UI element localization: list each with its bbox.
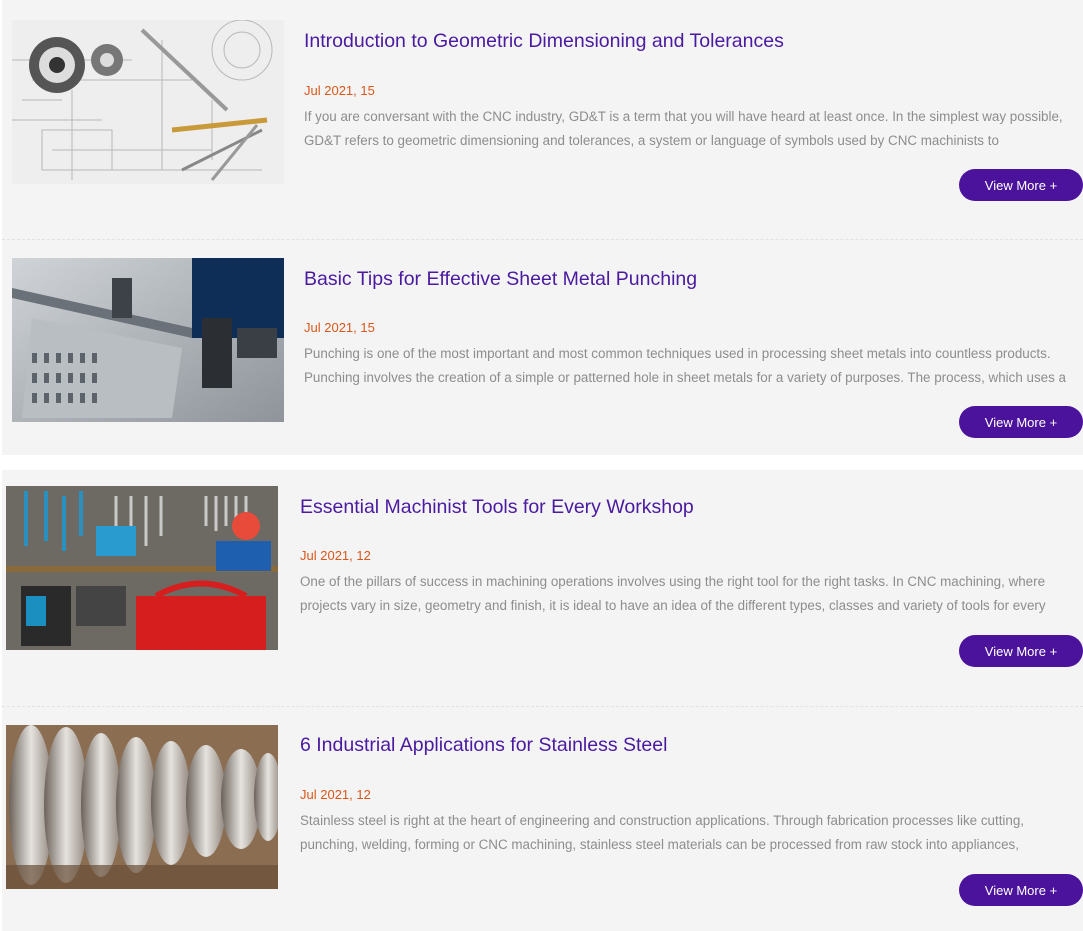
article-title[interactable]: Basic Tips for Effective Sheet Metal Pun… bbox=[304, 268, 697, 291]
article-excerpt: Punching is one of the most important an… bbox=[304, 346, 1066, 385]
article-thumbnail[interactable] bbox=[12, 258, 284, 422]
view-more-button[interactable]: View More + bbox=[959, 406, 1083, 438]
article-thumbnail[interactable] bbox=[6, 725, 278, 889]
article-card: 6 Industrial Applications for Stainless … bbox=[2, 707, 1083, 931]
tool-wall-image bbox=[6, 486, 278, 650]
article-group-1: Introduction to Geometric Dimensioning a… bbox=[2, 0, 1083, 455]
article-excerpt: Stainless steel is right at the heart of… bbox=[300, 813, 1025, 852]
article-date: Jul 2021, 15 bbox=[304, 83, 375, 98]
article-card: Basic Tips for Effective Sheet Metal Pun… bbox=[2, 240, 1083, 455]
article-card: Introduction to Geometric Dimensioning a… bbox=[2, 0, 1083, 239]
stainless-steel-coils-image bbox=[6, 725, 278, 889]
article-group-2: Essential Machinist Tools for Every Work… bbox=[2, 470, 1083, 931]
article-excerpt: One of the pillars of success in machini… bbox=[300, 574, 1046, 613]
article-excerpt: If you are conversant with the CNC indus… bbox=[304, 109, 1063, 148]
article-title[interactable]: Essential Machinist Tools for Every Work… bbox=[300, 496, 694, 519]
article-thumbnail[interactable] bbox=[12, 20, 284, 184]
technical-drawing-image bbox=[12, 20, 284, 184]
article-card: Essential Machinist Tools for Every Work… bbox=[2, 470, 1083, 706]
view-more-button[interactable]: View More + bbox=[959, 635, 1083, 667]
article-date: Jul 2021, 12 bbox=[300, 548, 371, 563]
article-thumbnail[interactable] bbox=[6, 486, 278, 650]
view-more-button[interactable]: View More + bbox=[959, 874, 1083, 906]
sheet-metal-punching-image bbox=[12, 258, 284, 422]
article-date: Jul 2021, 12 bbox=[300, 787, 371, 802]
article-title[interactable]: Introduction to Geometric Dimensioning a… bbox=[304, 30, 784, 53]
view-more-button[interactable]: View More + bbox=[959, 169, 1083, 201]
article-title[interactable]: 6 Industrial Applications for Stainless … bbox=[300, 734, 667, 757]
article-date: Jul 2021, 15 bbox=[304, 320, 375, 335]
